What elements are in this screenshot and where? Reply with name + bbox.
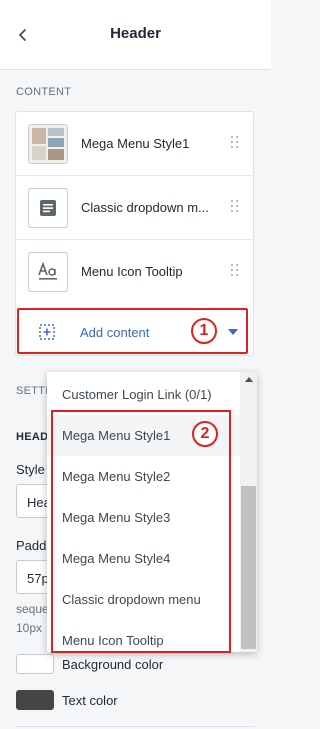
page-title: Header [110,25,161,42]
divider [16,726,255,727]
padding-hint-line2: 10px [16,621,43,635]
dropdown-item-customer-login-link[interactable]: Customer Login Link (0/1) [47,374,241,415]
scroll-up-arrow-icon[interactable] [245,377,253,382]
block-item-mega-menu-style1[interactable]: Mega Menu Style1 [16,112,253,176]
header-subsection-label: HEAD [16,431,49,443]
text-font-icon [28,252,68,292]
settings-section-label: SETTI [16,385,49,397]
block-item-menu-icon-tooltip[interactable]: Menu Icon Tooltip [16,240,253,304]
block-item-classic-dropdown[interactable]: Classic dropdown m... [16,176,253,240]
drag-handle-icon[interactable] [231,264,239,278]
add-content-button[interactable]: Add content 1 [17,308,248,354]
scrollbar-thumb[interactable] [241,486,256,649]
header-bar: Header [0,0,271,70]
add-content-label: Add content [80,325,150,340]
padding-label: Padd [16,538,47,553]
add-block-icon [39,324,55,340]
dropdown-item-menu-icon-tooltip[interactable]: Menu Icon Tooltip [47,620,241,652]
caret-down-icon [228,329,238,335]
dropdown-item-classic-dropdown-menu[interactable]: Classic dropdown menu [47,579,241,620]
drag-handle-icon[interactable] [231,200,239,214]
text-color-setting[interactable]: Text color [16,690,256,712]
background-color-setting[interactable]: Background color [16,654,256,676]
add-content-dropdown: Customer Login Link (0/1) Mega Menu Styl… [47,372,257,652]
color-swatch[interactable] [16,690,54,710]
document-icon [28,188,68,228]
style-label: Style [16,462,45,477]
padding-input-value: 57p [27,571,49,586]
dropdown-item-mega-menu-style2[interactable]: Mega Menu Style2 [47,456,241,497]
image-thumbnail-icon [28,124,68,164]
padding-hint-line1: seque [16,602,49,616]
dropdown-item-mega-menu-style4[interactable]: Mega Menu Style4 [47,538,241,579]
drag-handle-icon[interactable] [231,136,239,150]
dropdown-item-mega-menu-style3[interactable]: Mega Menu Style3 [47,497,241,538]
text-color-label: Text color [62,693,118,708]
block-label: Mega Menu Style1 [81,136,190,151]
block-label: Classic dropdown m... [81,200,209,215]
annotation-badge-1: 1 [191,318,217,344]
block-label: Menu Icon Tooltip [81,264,183,279]
background-color-label: Background color [62,657,164,672]
content-section-label: CONTENT [16,86,72,98]
annotation-badge-2: 2 [192,421,218,447]
color-swatch[interactable] [16,654,54,674]
